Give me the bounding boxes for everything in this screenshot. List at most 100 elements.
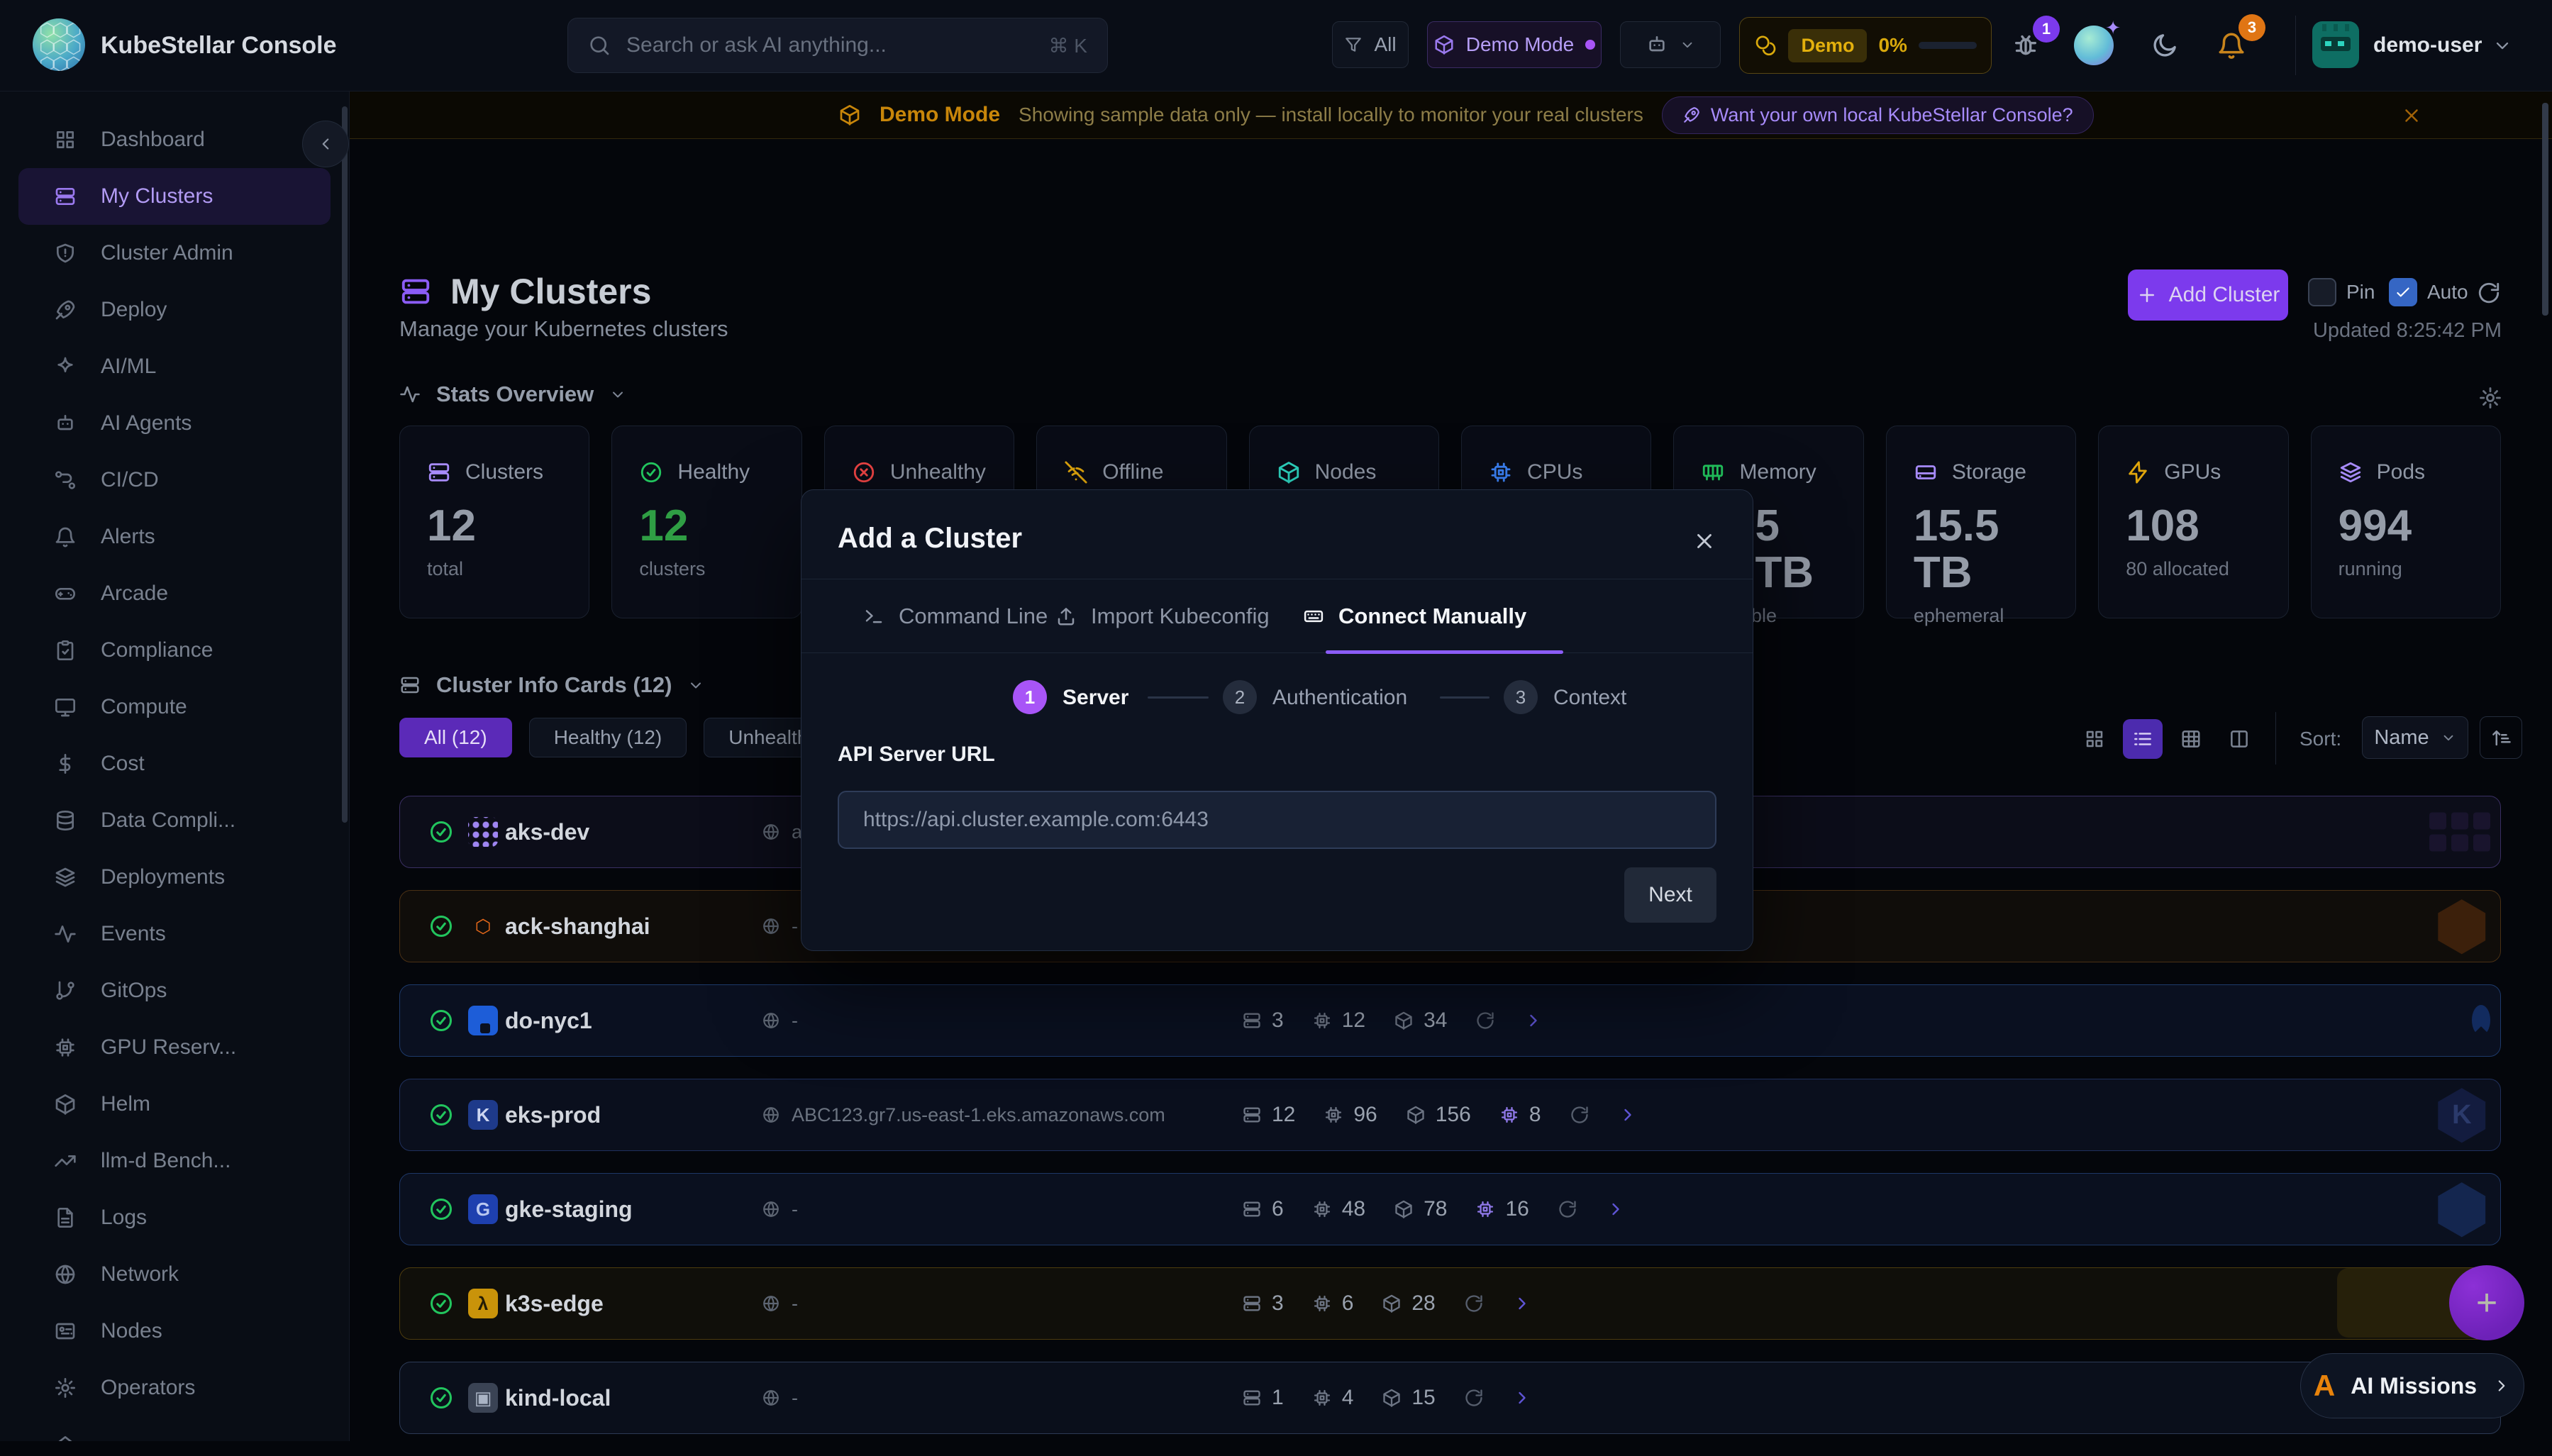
tab-import-kubeconfig[interactable]: Import Kubeconfig (1055, 579, 1270, 652)
sidebar-item-my-clusters[interactable]: My Clusters (18, 168, 331, 225)
cluster-row-k3s-edge[interactable]: λ k3s-edge - 3 6 28 (399, 1267, 2501, 1340)
banner-cta-button[interactable]: Want your own local KubeStellar Console? (1662, 96, 2094, 134)
tab-command-line[interactable]: Command Line (863, 579, 1048, 652)
nodes-stat: 6 (1242, 1197, 1284, 1221)
view-grid-button[interactable] (2075, 719, 2114, 759)
sidebar-item-cluster-admin[interactable]: Cluster Admin (0, 225, 349, 282)
refresh-button[interactable] (2477, 281, 2501, 305)
stat-card-gpus[interactable]: GPUs 108 80 allocated (2098, 426, 2288, 618)
sidebar-item-helm[interactable]: Helm (0, 1076, 349, 1133)
view-list-button[interactable] (2123, 719, 2163, 759)
sidebar-item-arcade[interactable]: Arcade (0, 565, 349, 622)
pin-toggle[interactable]: Pin (2308, 278, 2375, 306)
row-refresh-button[interactable] (1464, 1388, 1484, 1408)
pods-stat: 34 (1394, 1008, 1447, 1033)
view-columns-button[interactable] (2219, 719, 2259, 759)
modal-close-button[interactable] (1689, 526, 1720, 557)
alibaba-watermark: ⬢ (2434, 894, 2490, 959)
ai-missions-button[interactable]: A AI Missions (2300, 1353, 2524, 1418)
banner-close-button[interactable] (2397, 101, 2426, 130)
sidebar-item-gpu-reservations[interactable]: GPU Reserv... (0, 1019, 349, 1076)
sidebar-item-nodes[interactable]: Nodes (0, 1303, 349, 1360)
sidebar-item-ai-ml[interactable]: AI/ML (0, 338, 349, 395)
sidebar-item-compliance[interactable]: Compliance (0, 622, 349, 679)
stats-overview-toggle[interactable]: Stats Overview (399, 382, 626, 407)
filter-healthy[interactable]: Healthy (12) (529, 718, 687, 757)
row-expand-chevron[interactable] (1512, 1294, 1532, 1313)
globe-icon (54, 1263, 77, 1286)
auto-toggle[interactable]: Auto (2389, 278, 2468, 306)
row-refresh-button[interactable] (1570, 1105, 1590, 1125)
step-3-circle: 3 (1504, 680, 1538, 714)
list-icon (2132, 728, 2153, 750)
sidebar-item-network[interactable]: Network (0, 1246, 349, 1303)
api-server-url-input[interactable] (838, 791, 1716, 849)
sidebar-item-events[interactable]: Events (0, 906, 349, 962)
sidebar-item-llmd-benchmarks[interactable]: llm-d Bench... (0, 1133, 349, 1189)
sidebar-item-operators[interactable]: Operators (0, 1360, 349, 1416)
next-button[interactable]: Next (1624, 867, 1716, 923)
demo-usage-meter[interactable]: Demo 0% (1739, 17, 1992, 74)
stat-card-clusters[interactable]: Clusters 12 total (399, 426, 589, 618)
sidebar-collapse-button[interactable] (302, 121, 349, 167)
sidebar-item-data-compliance[interactable]: Data Compli... (0, 792, 349, 849)
chevron-left-icon (316, 135, 335, 153)
stat-card-healthy[interactable]: Healthy 12 clusters (611, 426, 801, 618)
sidebar-item-ai-agents[interactable]: AI Agents (0, 395, 349, 452)
filter-all-label: All (1374, 33, 1396, 56)
add-cluster-fab[interactable]: + (2449, 1265, 2524, 1340)
clusters-icon (399, 674, 421, 696)
auto-checkbox[interactable] (2389, 278, 2417, 306)
sidebar-item-partial[interactable] (0, 1416, 349, 1441)
filter-all-button[interactable]: All (1332, 21, 1409, 68)
stat-value: 108 (2126, 503, 2260, 550)
stat-card-pods[interactable]: Pods 994 running (2311, 426, 2501, 618)
sidebar-item-compute[interactable]: Compute (0, 679, 349, 735)
row-refresh-button[interactable] (1464, 1294, 1484, 1313)
stats-settings-button[interactable] (2478, 386, 2502, 410)
sidebar-item-alerts[interactable]: Alerts (0, 509, 349, 565)
sidebar-item-logs[interactable]: Logs (0, 1189, 349, 1246)
cluster-row-kind-local[interactable]: ▣ kind-local - 1 4 15 (399, 1362, 2501, 1434)
plus-icon (2136, 284, 2158, 306)
row-expand-chevron[interactable] (1618, 1105, 1638, 1125)
sparkle-icon (54, 355, 77, 378)
user-avatar[interactable] (2312, 21, 2359, 68)
cluster-row-gke-staging[interactable]: G gke-staging - 6 48 78 16 ⬢ (399, 1173, 2501, 1245)
ai-sphere-button[interactable]: ✦ (2073, 24, 2115, 67)
global-search[interactable]: Search or ask AI anything... ⌘ K (567, 18, 1108, 73)
sidebar-item-cost[interactable]: Cost (0, 735, 349, 792)
healthy-check-icon (428, 1291, 454, 1316)
demo-mode-button[interactable]: Demo Mode (1427, 21, 1602, 68)
sidebar-item-deploy[interactable]: Deploy (0, 282, 349, 338)
sidebar-item-cicd[interactable]: CI/CD (0, 452, 349, 509)
row-refresh-button[interactable] (1475, 1011, 1495, 1030)
cluster-cards-toggle[interactable]: Cluster Info Cards (12) (399, 672, 704, 698)
sidebar-item-dashboard[interactable]: Dashboard (0, 111, 349, 168)
theme-toggle-button[interactable] (2143, 24, 2186, 67)
kubestellar-logo[interactable]: ⬡⬡⬡⬡⬡⬡⬡⬡⬡ (33, 18, 85, 71)
view-table-button[interactable] (2171, 719, 2211, 759)
row-expand-chevron[interactable] (1512, 1388, 1532, 1408)
page-scrollbar[interactable] (2542, 103, 2548, 316)
stat-card-storage[interactable]: Storage 15.5 TB ephemeral (1886, 426, 2076, 618)
cluster-row-do-nyc1[interactable]: do-nyc1 - 3 12 34 (399, 984, 2501, 1057)
sidebar-scrollbar[interactable] (342, 106, 348, 823)
row-expand-chevron[interactable] (1524, 1011, 1543, 1030)
stat-sub: ephemeral (1914, 605, 2048, 627)
sidebar-item-gitops[interactable]: GitOps (0, 962, 349, 1019)
cluster-row-eks-prod[interactable]: K eks-prod ABC123.gr7.us-east-1.eks.amaz… (399, 1079, 2501, 1151)
pipeline-icon (54, 469, 77, 491)
row-refresh-button[interactable] (1558, 1199, 1577, 1219)
sidebar-label: AI Agents (101, 411, 192, 435)
sort-select[interactable]: Name (2362, 716, 2468, 759)
sidebar-item-deployments[interactable]: Deployments (0, 849, 349, 906)
add-cluster-button[interactable]: Add Cluster (2128, 269, 2288, 321)
agent-menu-button[interactable] (1620, 21, 1721, 68)
row-expand-chevron[interactable] (1606, 1199, 1626, 1219)
tab-connect-manually[interactable]: Connect Manually (1303, 579, 1526, 652)
filter-all[interactable]: All (12) (399, 718, 512, 757)
sort-direction-button[interactable] (2480, 716, 2522, 759)
user-menu-chevron[interactable] (2481, 24, 2524, 67)
pin-checkbox[interactable] (2308, 278, 2336, 306)
